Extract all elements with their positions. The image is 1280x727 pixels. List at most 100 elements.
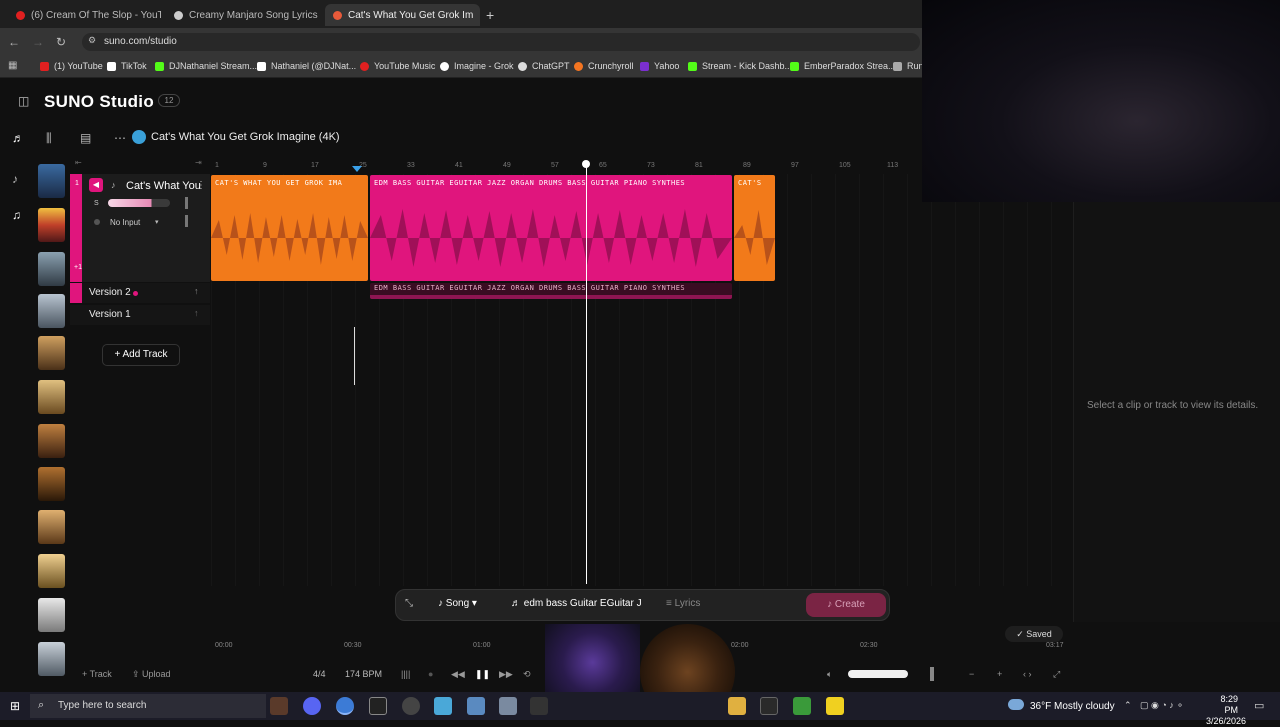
pause-icon[interactable]: ❚❚ bbox=[475, 669, 490, 680]
obs-icon[interactable] bbox=[402, 697, 420, 715]
browser-tab-lyrics[interactable]: Creamy Manjaro Song Lyrics - G ✕ bbox=[166, 4, 320, 26]
clip-cats-what-you-get[interactable]: CAT'S WHAT YOU GET GROK IMA bbox=[211, 175, 368, 281]
track-name[interactable]: Cat's What You bbox=[126, 180, 201, 192]
tray-chevron-up-icon[interactable]: ⌃ bbox=[1124, 700, 1132, 711]
app-icon[interactable] bbox=[467, 697, 485, 715]
master-volume-slider[interactable] bbox=[848, 670, 908, 678]
playhead[interactable] bbox=[586, 164, 587, 584]
clip-thumbnail[interactable] bbox=[38, 336, 65, 370]
zoom-in-icon[interactable]: + bbox=[997, 669, 1002, 679]
windows-start-icon[interactable]: ⊞ bbox=[10, 699, 20, 713]
lyrics-input[interactable]: ≡ Lyrics bbox=[666, 598, 700, 609]
fit-width-icon[interactable]: ‹ › bbox=[1023, 669, 1032, 679]
solo-button[interactable]: S bbox=[94, 200, 99, 207]
clip-thumbnail[interactable] bbox=[38, 554, 65, 588]
x-app-icon[interactable] bbox=[369, 697, 387, 715]
bookmark-emberparadox[interactable]: EmberParadox Strea... bbox=[790, 61, 896, 71]
notifications-icon[interactable]: ▭ bbox=[1254, 699, 1264, 712]
arrow-up-icon[interactable]: ↑ bbox=[194, 286, 199, 296]
forward-icon[interactable]: → bbox=[32, 35, 44, 49]
arrow-up-icon[interactable]: ↑ bbox=[194, 308, 199, 318]
zoom-out-icon[interactable]: − bbox=[969, 669, 974, 679]
reload-icon[interactable]: ↻ bbox=[56, 35, 66, 49]
expand-icon[interactable]: ⤡ bbox=[405, 598, 413, 609]
clip-edm-bass-guitar[interactable]: EDM BASS GUITAR EGUITAR JAZZ ORGAN DRUMS… bbox=[370, 175, 732, 281]
more-options-icon[interactable]: ⋯ bbox=[114, 131, 126, 145]
bookmark-tiktok[interactable]: TikTok bbox=[107, 61, 147, 71]
clip-thumbnail[interactable] bbox=[38, 164, 65, 198]
minecraft-icon[interactable] bbox=[793, 697, 811, 715]
record-icon[interactable]: ● bbox=[428, 669, 433, 679]
bookmark-kick-djnathaniel[interactable]: DJNathaniel Stream... bbox=[155, 61, 257, 71]
taskbar-clock[interactable]: 8:29 PM 3/26/2026 bbox=[1206, 694, 1246, 727]
snap-icon[interactable]: ⤢ bbox=[1053, 669, 1060, 680]
back-icon[interactable]: ← bbox=[8, 35, 20, 49]
tray-icons[interactable]: ▢ ◉ ◔ ♪ ⚬ bbox=[1140, 700, 1184, 711]
metronome-icon[interactable]: |||| bbox=[401, 669, 410, 679]
bookmark-grok[interactable]: Imagine - Grok bbox=[440, 61, 514, 71]
song-title[interactable]: Cat's What You Get Grok Imagine (4K) bbox=[151, 131, 340, 143]
sidebar-toggle-icon[interactable]: ◫ bbox=[18, 94, 29, 108]
add-track-small-button[interactable]: + Track bbox=[82, 669, 112, 679]
clip-thumbnail[interactable] bbox=[38, 424, 65, 458]
bpm-display[interactable]: 174 BPM bbox=[345, 669, 382, 679]
music-notes-icon[interactable]: ♫ bbox=[12, 208, 21, 222]
track-menu-icon[interactable]: ⋮ bbox=[196, 180, 206, 191]
add-track-button[interactable]: + Add Track bbox=[102, 344, 180, 366]
settings-icon[interactable] bbox=[530, 697, 548, 715]
track-volume-slider[interactable] bbox=[108, 199, 170, 207]
site-info-icon[interactable]: ⚙ bbox=[88, 35, 96, 46]
url-field[interactable]: suno.com/studio bbox=[82, 33, 920, 51]
music-note-icon[interactable]: ♪ bbox=[12, 172, 18, 186]
new-tab-icon[interactable]: + bbox=[486, 7, 494, 23]
clip-thumbnail[interactable] bbox=[38, 467, 65, 501]
time-ruler[interactable]: 00:0000:3001:0001:3002:0002:3003:17 bbox=[211, 638, 1073, 652]
bookmark-crunchyroll[interactable]: Crunchyroll bbox=[574, 61, 634, 71]
runescape-taskbar-icon[interactable] bbox=[270, 697, 288, 715]
clip-thumbnail[interactable] bbox=[38, 598, 65, 632]
sticky-notes-icon[interactable] bbox=[826, 697, 844, 715]
bookmark-kick-dashboard[interactable]: Stream - Kick Dashb... bbox=[688, 61, 792, 71]
app-icon[interactable] bbox=[434, 697, 452, 715]
discord-icon[interactable] bbox=[303, 697, 321, 715]
library-icon[interactable]: ⫼ bbox=[46, 131, 52, 146]
pan-handle[interactable] bbox=[185, 197, 188, 209]
rewind-icon[interactable]: ◀◀ bbox=[451, 669, 465, 680]
fast-forward-icon[interactable]: ▶▶ bbox=[499, 669, 513, 680]
clip-cats-end[interactable]: CAT'S bbox=[734, 175, 775, 281]
chrome-icon[interactable] bbox=[336, 697, 354, 715]
taskbar-search[interactable]: Type here to search bbox=[30, 694, 266, 718]
loop-icon[interactable]: ⟲ bbox=[523, 669, 531, 680]
clip-thumbnail[interactable] bbox=[38, 294, 65, 328]
file-explorer-icon[interactable] bbox=[728, 697, 746, 715]
create-music-icon[interactable]: ♬ bbox=[12, 131, 24, 145]
app-icon[interactable] bbox=[760, 697, 778, 715]
mute-speaker-icon[interactable]: ◀ bbox=[89, 178, 103, 192]
input-select[interactable]: No Input bbox=[110, 218, 140, 227]
app-icon[interactable] bbox=[499, 697, 517, 715]
clip-thumbnail[interactable] bbox=[38, 642, 65, 676]
close-tab-icon[interactable]: ✕ bbox=[473, 10, 480, 21]
collapse-panel-icon[interactable]: ⇥ bbox=[195, 158, 202, 167]
styles-input[interactable]: ♬ edm bass Guitar EGuitar Jaz bbox=[511, 598, 641, 609]
clip-thumbnail[interactable] bbox=[38, 208, 65, 242]
mode-select[interactable]: ♪ Song ▾ bbox=[438, 598, 477, 609]
clip-thumbnail[interactable] bbox=[38, 252, 65, 286]
bookmark-youtube-music[interactable]: YouTube Music bbox=[360, 61, 435, 71]
clip-version-2[interactable]: EDM BASS GUITAR EGUITAR JAZZ ORGAN DRUMS… bbox=[370, 283, 732, 299]
record-arm-icon[interactable] bbox=[94, 219, 100, 225]
create-button[interactable]: ♪ Create bbox=[806, 593, 886, 617]
bookmark-youtube[interactable]: (1) YouTube bbox=[40, 61, 103, 71]
loop-marker-icon[interactable] bbox=[352, 166, 362, 172]
weather-widget[interactable]: 36°F Mostly cloudy bbox=[1030, 701, 1115, 712]
clip-thumbnail[interactable] bbox=[38, 510, 65, 544]
chevron-down-icon[interactable]: ▾ bbox=[155, 218, 159, 226]
bookmark-chatgpt[interactable]: ChatGPT bbox=[518, 61, 570, 71]
browser-tab-suno[interactable]: Cat's What You Get Grok Im ✕ bbox=[325, 4, 480, 26]
upload-button[interactable]: ⇪ Upload bbox=[132, 669, 171, 680]
bookmark-x-nathaniel[interactable]: Nathaniel (@DJNat... bbox=[257, 61, 356, 71]
bookmark-yahoo[interactable]: Yahoo bbox=[640, 61, 679, 71]
media-icon[interactable]: ▤ bbox=[80, 131, 91, 145]
clip-thumbnail[interactable] bbox=[38, 380, 65, 414]
apps-grid-icon[interactable]: ▦ bbox=[8, 60, 17, 71]
